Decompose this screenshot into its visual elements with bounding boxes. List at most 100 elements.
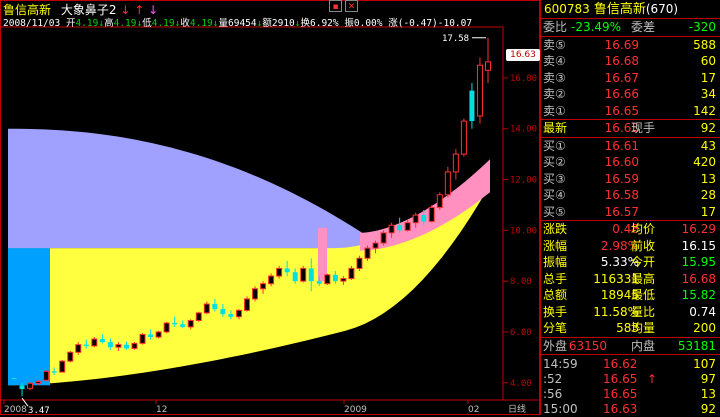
low-value: 4.19 (151, 18, 175, 29)
candle-body (243, 298, 250, 311)
bid-row[interactable]: 买④ 16.58 28 (541, 187, 720, 204)
kline-chart-area[interactable]: 16.00 14.00 12.00 10.00 8.00 6.00 4.00 2008 12 20… (0, 0, 540, 415)
candle-body (11, 377, 17, 379)
candle-body (163, 322, 170, 333)
inner-label: 内盘 (631, 338, 656, 353)
candle-body (436, 194, 443, 208)
trade-price: 16.65 (603, 372, 638, 386)
bid-row[interactable]: 买② 16.60 420 (541, 154, 720, 171)
stat-label: 涨跌 (543, 222, 568, 236)
trade-price: 16.62 (603, 357, 638, 371)
trade-row: 14:59 16.62 107 (541, 357, 720, 372)
order-ratio-label: 委比 (543, 20, 568, 34)
trade-time: :52 (543, 372, 563, 386)
candle-body (380, 232, 387, 244)
bid-price: 16.57 (604, 204, 639, 219)
stat-label: 换手 (543, 304, 568, 319)
ohlc-date: 2008/11/03 (3, 18, 61, 29)
candle-body (404, 222, 411, 231)
candle-body (220, 309, 226, 315)
outer-value: 63150 (568, 338, 607, 353)
open-value: 4.19 (75, 18, 99, 29)
stat-row: 换手 11.58% 量比 0.74 (541, 304, 720, 321)
minimize-icon[interactable]: ▪ (329, 0, 342, 12)
y-tick-label: 16.00 (510, 74, 537, 84)
candle-body (476, 64, 483, 117)
stat-label: 涨幅 (543, 238, 568, 253)
stock-num: (670) (645, 2, 679, 16)
y-tick-label: 10.00 (510, 226, 537, 236)
y-tick-label: 6.00 (510, 328, 532, 338)
candle-body (51, 371, 57, 373)
candle-body (27, 382, 34, 389)
ask-row[interactable]: 卖① 16.65 142 (541, 103, 720, 120)
stat-label: 总额 (543, 288, 568, 302)
now-vol-label: 现手 (631, 121, 656, 135)
stat-row: 涨幅 2.98% 前收 16.15 (541, 238, 720, 255)
candle-body (155, 331, 162, 338)
close-icon[interactable]: ✕ (345, 0, 358, 12)
stat-label: 总手 (543, 271, 568, 286)
last-label: 最新 (543, 121, 568, 135)
candle-body (99, 339, 105, 343)
order-ratio-row: 委比 -23.49% 委差 -320 (541, 19, 720, 36)
candle-body (235, 309, 242, 318)
indicator-upper-band (8, 128, 370, 256)
volume-label: 量 (218, 18, 229, 29)
bid-list: 买① 16.61 43 买② 16.60 420 买③ 16.59 13 买④ 16.58 28 买⑤ 1… (541, 138, 720, 221)
bid-price: 16.61 (604, 138, 639, 153)
candle-body (444, 171, 451, 196)
y-tick-label: 12.00 (510, 176, 537, 186)
amount-value: 2910 (271, 18, 295, 29)
stat-label: 分笔 (543, 321, 568, 335)
candle-body (180, 324, 186, 327)
amplitude-value: 0.00% (353, 18, 383, 29)
quote-panel: 600783 鲁信高新(670) 委比 -23.49% 委差 -320 卖⑤ 16.… (540, 0, 720, 416)
candle-body (203, 303, 210, 314)
candle-body (284, 268, 290, 273)
indicator-pink-marker (318, 227, 327, 282)
kline-chart[interactable]: 16.00 14.00 12.00 10.00 8.00 6.00 4.00 2008 12 20… (0, 0, 540, 415)
candle-body (252, 288, 259, 300)
ask-row[interactable]: 卖② 16.66 34 (541, 86, 720, 103)
candle-body (428, 206, 435, 222)
bid-row[interactable]: 买③ 16.59 13 (541, 171, 720, 188)
stats-list: 涨跌 0.48 均价 16.29 涨幅 2.98% 前收 16.15 振幅 5.33% 今开 15.9… (541, 221, 720, 337)
stat-value-2: 15.95 (681, 255, 716, 269)
period-label: 日线 (508, 403, 526, 415)
trade-volume: 107 (693, 357, 716, 371)
stat-label-2: 最高 (631, 271, 656, 286)
ask-row[interactable]: 卖④ 16.68 60 (541, 53, 720, 70)
trade-row: :52 16.65 ↑ 97 (541, 372, 720, 387)
bid-row[interactable]: 买① 16.61 43 (541, 138, 720, 155)
trade-price: 16.65 (603, 387, 638, 401)
stock-name: 鲁信高新 (593, 2, 646, 17)
now-vol-value: 92 (700, 121, 716, 135)
candle-body (59, 360, 66, 373)
bid-row[interactable]: 买⑤ 16.57 17 (541, 204, 720, 221)
bid-price: 16.59 (604, 171, 639, 186)
ask-row[interactable]: 卖③ 16.67 17 (541, 70, 720, 87)
candle-body (348, 267, 355, 280)
ask-label: 卖④ (543, 54, 566, 68)
trade-arrow-icon: ↑ (647, 372, 658, 386)
candle-body (388, 224, 395, 234)
ask-price: 16.69 (604, 37, 639, 52)
ask-row[interactable]: 卖⑤ 16.69 588 (541, 37, 720, 54)
candle-body (364, 247, 371, 259)
candle-body (131, 342, 138, 349)
stat-row: 振幅 5.33% 今开 15.95 (541, 254, 720, 271)
candle-body (308, 268, 314, 282)
x-tick-label: 2009 (344, 405, 367, 415)
candle-body (187, 320, 194, 328)
candle-body (460, 120, 467, 155)
high-value: 4.19 (113, 18, 137, 29)
stat-label-2: 均量 (631, 321, 656, 335)
candle-body (469, 90, 475, 122)
stat-row: 分笔 583 均量 200 (541, 320, 720, 337)
candle-body (292, 272, 298, 282)
candle-body (75, 344, 82, 353)
turnover-value: 6.92% (310, 18, 339, 29)
y-tick-label: 4.00 (510, 379, 532, 389)
ask-price: 16.66 (604, 87, 639, 101)
